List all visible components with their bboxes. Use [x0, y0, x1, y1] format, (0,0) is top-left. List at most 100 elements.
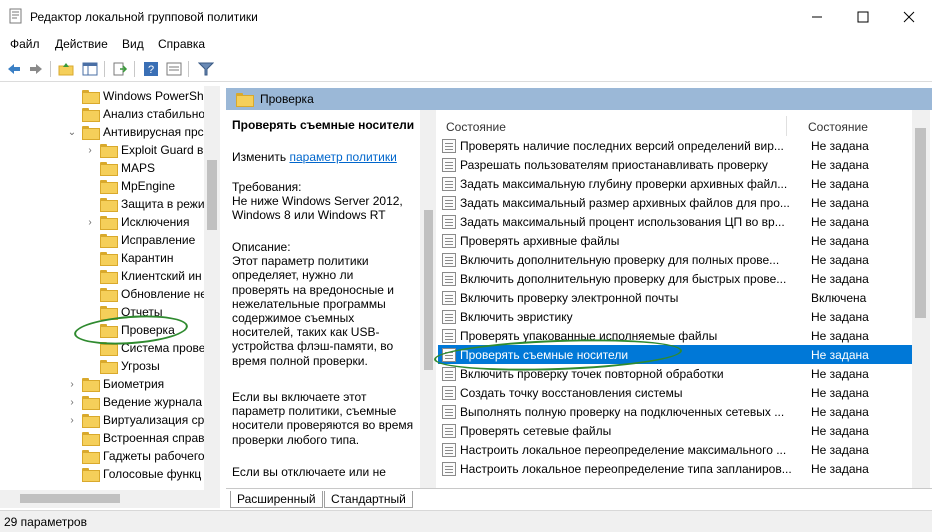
- forward-button[interactable]: [26, 59, 46, 79]
- menu-help[interactable]: Справка: [158, 37, 205, 51]
- chevron-icon[interactable]: [84, 180, 96, 192]
- list-row[interactable]: Задать максимальную глубину проверки арх…: [438, 174, 912, 193]
- list-row[interactable]: Включить эвристику Не задана: [438, 307, 912, 326]
- chevron-icon[interactable]: [84, 252, 96, 264]
- tree-item[interactable]: MAPS: [84, 159, 155, 177]
- tab-extended[interactable]: Расширенный: [230, 491, 323, 508]
- tree-item[interactable]: Система прове: [84, 339, 205, 357]
- menu-file[interactable]: Файл: [10, 37, 40, 51]
- tree-scroll-thumb[interactable]: [207, 160, 217, 230]
- list-row-selected[interactable]: Проверять съемные носители Не задана: [438, 345, 912, 364]
- list-row[interactable]: Настроить локальное переопределение типа…: [438, 459, 912, 478]
- chevron-icon[interactable]: [66, 108, 78, 120]
- title-bar[interactable]: Редактор локальной групповой политики: [0, 0, 932, 34]
- chevron-icon[interactable]: [84, 306, 96, 318]
- list-row[interactable]: Проверять сетевые файлы Не задана: [438, 421, 912, 440]
- list-row[interactable]: Разрешать пользователям приостанавливать…: [438, 155, 912, 174]
- close-button[interactable]: [886, 0, 932, 34]
- tree-item[interactable]: Обновление не: [84, 285, 207, 303]
- list-row[interactable]: Задать максимальный размер архивных файл…: [438, 193, 912, 212]
- tree-item[interactable]: Отчеты: [84, 303, 162, 321]
- tree-horizontal-thumb[interactable]: [20, 494, 120, 503]
- tree-item[interactable]: Встроенная справ: [66, 429, 205, 447]
- column-separator[interactable]: [786, 116, 787, 136]
- policy-state: Не задана: [811, 461, 869, 476]
- up-folder-icon: [58, 63, 74, 76]
- tree-item[interactable]: Голосовые функц: [66, 465, 201, 483]
- policy-name: Настроить локальное переопределение типа…: [460, 461, 792, 476]
- tree-item[interactable]: Угрозы: [84, 357, 160, 375]
- list-row[interactable]: Настроить локальное переопределение макс…: [438, 440, 912, 459]
- list-row[interactable]: Задать максимальный процент использовани…: [438, 212, 912, 231]
- maximize-button[interactable]: [840, 0, 886, 34]
- tree-item[interactable]: ⌄ Антивирусная прс: [66, 123, 204, 141]
- chevron-right-icon[interactable]: ›: [66, 414, 78, 426]
- list-row[interactable]: Включить проверку электронной почты Включ…: [438, 288, 912, 307]
- show-hide-tree-button[interactable]: [80, 59, 100, 79]
- list-row[interactable]: Проверять наличие последних версий опред…: [438, 136, 912, 155]
- list-row[interactable]: Проверять упакованные исполняемые файлы Н…: [438, 326, 912, 345]
- help-button[interactable]: ?: [141, 59, 161, 79]
- tree-item[interactable]: Windows PowerShe: [66, 87, 210, 105]
- properties-button[interactable]: [164, 59, 184, 79]
- tab-standard[interactable]: Стандартный: [324, 491, 413, 508]
- folder-icon: [100, 342, 118, 356]
- tree-item[interactable]: Анализ стабильно: [66, 105, 205, 123]
- list-row[interactable]: Включить дополнительную проверку для быс…: [438, 269, 912, 288]
- chevron-icon[interactable]: [84, 270, 96, 282]
- menu-action[interactable]: Действие: [55, 37, 108, 51]
- chevron-icon[interactable]: [84, 162, 96, 174]
- list-row[interactable]: Включить дополнительную проверку для пол…: [438, 250, 912, 269]
- column-header-state[interactable]: Состояние: [808, 120, 868, 134]
- tree-item[interactable]: Клиентский ин: [84, 267, 202, 285]
- tree-item[interactable]: › Виртуализация ср: [66, 411, 204, 429]
- tree-item[interactable]: Карантин: [84, 249, 173, 267]
- tree-item[interactable]: › Биометрия: [66, 375, 164, 393]
- tree-vertical-scrollbar[interactable]: [204, 86, 220, 490]
- up-folder-button[interactable]: [56, 59, 76, 79]
- chevron-icon[interactable]: [66, 432, 78, 444]
- chevron-right-icon[interactable]: ›: [66, 396, 78, 408]
- tree-item[interactable]: Исправление: [84, 231, 195, 249]
- list-row[interactable]: Выполнять полную проверку на подключенны…: [438, 402, 912, 421]
- chevron-icon[interactable]: [84, 342, 96, 354]
- edit-policy-link[interactable]: параметр политики: [289, 150, 396, 164]
- list-row[interactable]: Включить проверку точек повторной обрабо…: [438, 364, 912, 383]
- tree-item-selected[interactable]: Проверка: [84, 321, 175, 339]
- tree-item[interactable]: › Исключения: [84, 213, 190, 231]
- chevron-icon[interactable]: [84, 234, 96, 246]
- chevron-icon[interactable]: [84, 198, 96, 210]
- tree-item-label: Клиентский ин: [121, 269, 202, 283]
- list-row[interactable]: Создать точку восстановления системы Не з…: [438, 383, 912, 402]
- chevron-icon[interactable]: [66, 450, 78, 462]
- chevron-icon[interactable]: [84, 324, 96, 336]
- tree-item[interactable]: Гаджеты рабочего: [66, 447, 205, 465]
- chevron-icon[interactable]: [84, 360, 96, 372]
- policy-name: Включить дополнительную проверку для пол…: [460, 252, 780, 267]
- list-scroll-thumb[interactable]: [915, 128, 926, 318]
- filter-button[interactable]: [196, 59, 216, 79]
- tree-item-label: Антивирусная прс: [103, 125, 204, 139]
- tree-pane: Windows PowerShe Анализ стабильно ⌄ Антив…: [0, 86, 220, 508]
- tree-item[interactable]: › Exploit Guard в: [84, 141, 203, 159]
- column-header-name[interactable]: Состояние: [446, 120, 506, 134]
- list-header: Состояние Состояние: [436, 114, 912, 138]
- chevron-icon[interactable]: [84, 288, 96, 300]
- minimize-button[interactable]: [794, 0, 840, 34]
- description-scroll-thumb[interactable]: [424, 210, 433, 370]
- back-button[interactable]: [4, 59, 24, 79]
- export-button[interactable]: [110, 59, 130, 79]
- list-row[interactable]: Проверять архивные файлы Не задана: [438, 231, 912, 250]
- policy-name: Задать максимальный размер архивных файл…: [460, 195, 790, 210]
- toolbar-separator: [134, 61, 135, 77]
- tree-item[interactable]: › Ведение журнала: [66, 393, 202, 411]
- tree-item[interactable]: MpEngine: [84, 177, 175, 195]
- menu-view[interactable]: Вид: [122, 37, 144, 51]
- chevron-down-icon[interactable]: ⌄: [66, 126, 78, 138]
- chevron-icon[interactable]: [66, 468, 78, 480]
- chevron-right-icon[interactable]: ›: [84, 144, 96, 156]
- chevron-right-icon[interactable]: ›: [84, 216, 96, 228]
- tree-item[interactable]: Защита в режи: [84, 195, 205, 213]
- chevron-icon[interactable]: [66, 90, 78, 102]
- chevron-right-icon[interactable]: ›: [66, 378, 78, 390]
